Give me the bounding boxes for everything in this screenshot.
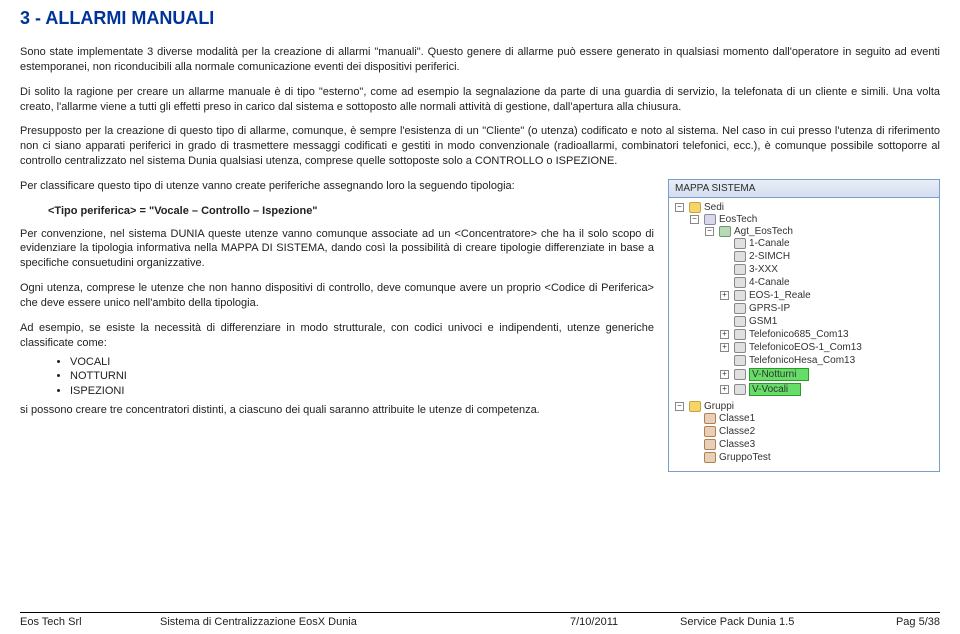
tree-label: Telefonico685_Com13 [749,329,849,340]
device-icon [734,369,746,380]
tree-leaf[interactable]: GPRS-IP [720,303,935,314]
tree-label: 4-Canale [749,277,790,288]
type-formula: <Tipo periferica> = "Vocale – Controllo … [48,204,654,219]
tree-label: GPRS-IP [749,303,790,314]
tree-leaf[interactable]: + EOS-1_Reale [720,290,935,301]
list-item: ISPEZIONI [70,384,654,399]
tree-leaf[interactable]: GSM1 [720,316,935,327]
group-icon [704,452,716,463]
device-icon [734,251,746,262]
page-footer: Eos Tech Srl Sistema di Centralizzazione… [20,612,940,628]
tree-leaf[interactable]: 4-Canale [720,277,935,288]
left-p5: si possono creare tre concentratori dist… [20,403,654,418]
tree-label: TelefonicoHesa_Com13 [749,355,855,366]
tree-leaf[interactable]: Classe3 [690,439,935,450]
tree-label: Classe3 [719,439,755,450]
device-icon [734,277,746,288]
device-icon [734,303,746,314]
device-icon [734,384,746,395]
collapse-icon[interactable]: − [675,402,684,411]
tree-label: Agt_EosTech [734,226,793,237]
tree-label: GruppoTest [719,452,771,463]
footer-page: Pag 5/38 [870,616,940,628]
tree-leaf-highlighted[interactable]: + V-Notturni [720,368,935,381]
tree-leaf[interactable]: 1-Canale [720,238,935,249]
tree-node-sedi[interactable]: − Sedi [675,202,935,213]
tree-leaf[interactable]: Classe2 [690,426,935,437]
tree-label: Classe1 [719,413,755,424]
tree-label: TelefonicoEOS-1_Com13 [749,342,862,353]
device-icon [734,238,746,249]
tree-label: 2-SIMCH [749,251,790,262]
building-icon [704,214,716,225]
paragraph-1: Sono state implementate 3 diverse modali… [20,45,940,75]
device-icon [734,290,746,301]
group-icon [704,426,716,437]
expand-icon[interactable]: + [720,330,729,339]
expand-icon[interactable]: + [720,385,729,394]
tree-node-gruppi[interactable]: − Gruppi [675,401,935,412]
left-column: Per classificare questo tipo di utenze v… [20,179,654,472]
footer-doc: Service Pack Dunia 1.5 [680,616,870,628]
left-p2: Per convenzione, nel sistema DUNIA quest… [20,227,654,272]
device-icon [734,342,746,353]
folder-icon [689,401,701,412]
collapse-icon[interactable]: − [675,203,684,212]
tree-node-agt[interactable]: − Agt_EosTech [705,226,935,237]
left-p3: Ogni utenza, comprese le utenze che non … [20,281,654,311]
tree-leaf[interactable]: 2-SIMCH [720,251,935,262]
group-icon [704,413,716,424]
left-p1: Per classificare questo tipo di utenze v… [20,179,654,194]
tree-label: Gruppi [704,401,734,412]
page-heading: 3 - ALLARMI MANUALI [20,8,940,29]
tree-label: 1-Canale [749,238,790,249]
footer-title: Sistema di Centralizzazione EosX Dunia [160,616,570,628]
device-icon [734,329,746,340]
tree-label: Classe2 [719,426,755,437]
collapse-icon[interactable]: − [705,227,714,236]
expand-icon[interactable]: + [720,370,729,379]
device-icon [734,355,746,366]
expand-icon[interactable]: + [720,343,729,352]
tree-label: 3-XXX [749,264,778,275]
node-icon [719,226,731,237]
tree-leaf[interactable]: + TelefonicoEOS-1_Com13 [720,342,935,353]
left-p4: Ad esempio, se esiste la necessità di di… [20,321,654,351]
tree-label-highlighted: V-Vocali [749,383,801,396]
tree-leaf[interactable]: + Telefonico685_Com13 [720,329,935,340]
tree-leaf[interactable]: GruppoTest [690,452,935,463]
list-item: NOTTURNI [70,369,654,384]
tree-label: EosTech [719,214,757,225]
tree-leaf-highlighted[interactable]: + V-Vocali [720,383,935,396]
device-icon [734,316,746,327]
classification-list: VOCALI NOTTURNI ISPEZIONI [70,355,654,400]
tree-label: Sedi [704,202,724,213]
system-map-panel: MAPPA SISTEMA − Sedi − EosTech [668,179,940,472]
tree-label: GSM1 [749,316,777,327]
paragraph-3: Presupposto per la creazione di questo t… [20,124,940,169]
collapse-icon[interactable]: − [690,215,699,224]
group-icon [704,439,716,450]
tree-node-eostech[interactable]: − EosTech [690,214,935,225]
system-tree[interactable]: − Sedi − EosTech [669,198,939,471]
expand-icon[interactable]: + [720,291,729,300]
tree-label-highlighted: V-Notturni [749,368,809,381]
tree-leaf[interactable]: Classe1 [690,413,935,424]
panel-title: MAPPA SISTEMA [669,180,939,198]
tree-label: EOS-1_Reale [749,290,811,301]
paragraph-2: Di solito la ragione per creare un allar… [20,85,940,115]
tree-leaf[interactable]: TelefonicoHesa_Com13 [720,355,935,366]
footer-date: 7/10/2011 [570,616,680,628]
device-icon [734,264,746,275]
tree-leaf[interactable]: 3-XXX [720,264,935,275]
folder-icon [689,202,701,213]
footer-company: Eos Tech Srl [20,616,160,628]
list-item: VOCALI [70,355,654,370]
